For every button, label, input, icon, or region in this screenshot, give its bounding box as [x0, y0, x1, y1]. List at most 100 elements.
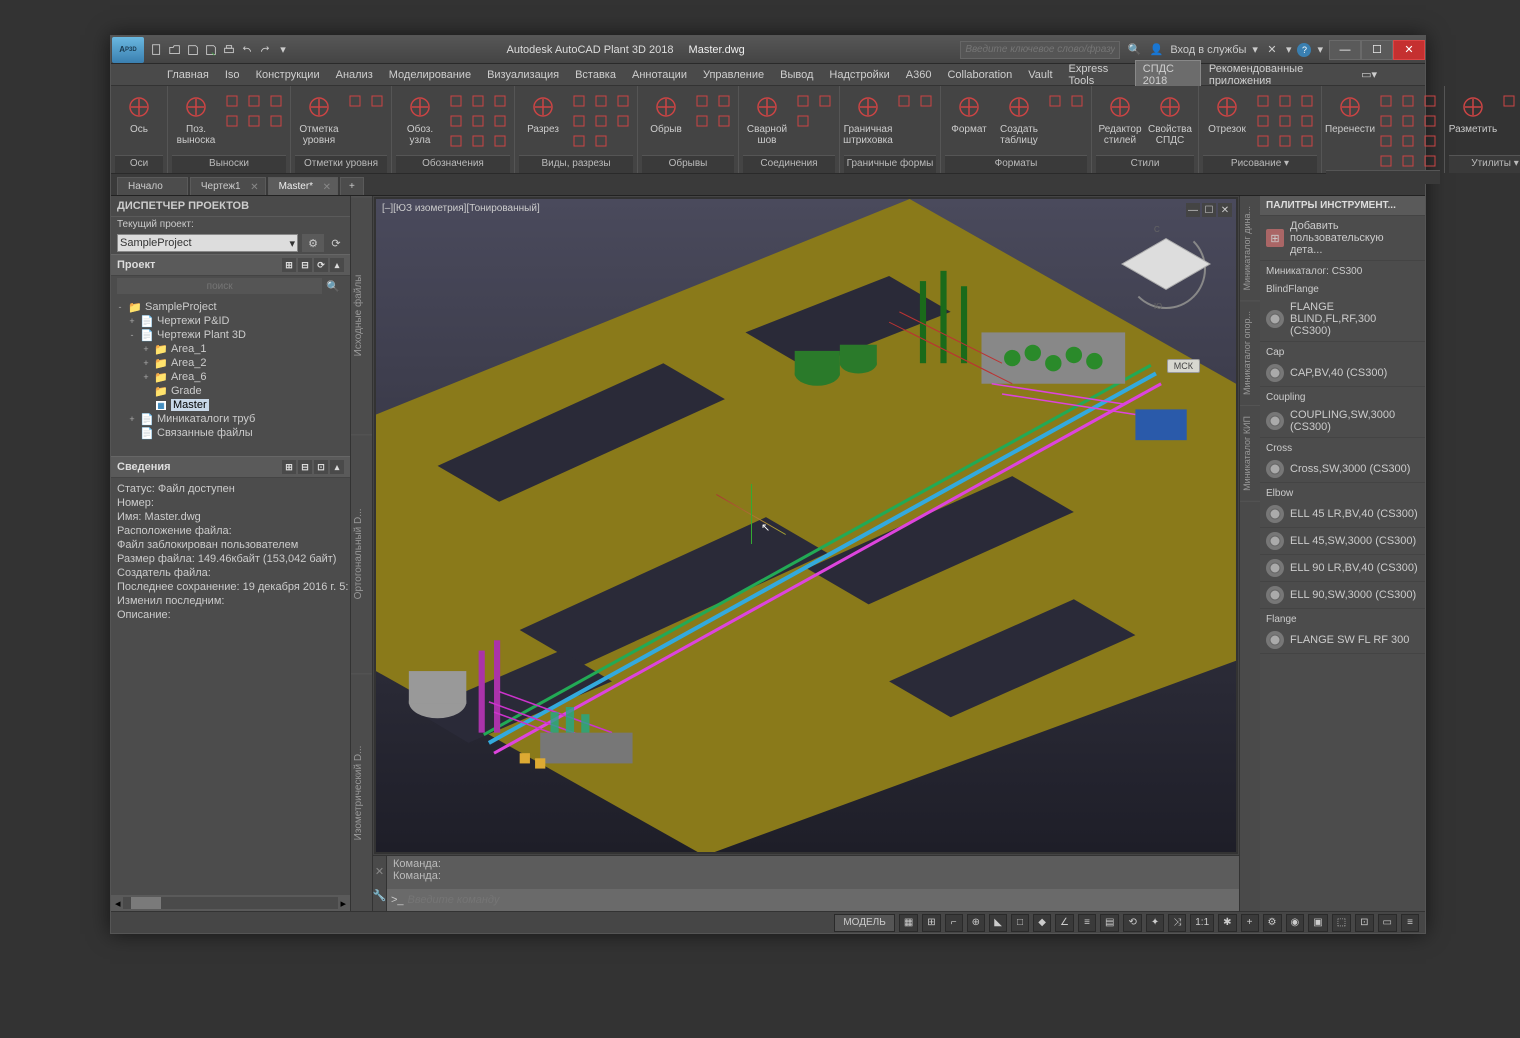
- cycling-icon[interactable]: ⟲: [1123, 914, 1141, 932]
- ribbon-panel-label[interactable]: Выноски: [172, 155, 286, 173]
- palette-item[interactable]: ELL 90,SW,3000 (CS300): [1260, 582, 1425, 609]
- ribbon-small-tool[interactable]: [591, 112, 611, 130]
- ribbon-tab[interactable]: Главная: [159, 66, 217, 84]
- tree-item[interactable]: +📄Миникаталоги труб: [113, 412, 348, 426]
- otrack-icon[interactable]: ∠: [1055, 914, 1074, 932]
- ribbon-tool-button[interactable]: Формат: [945, 88, 993, 135]
- project-section-header[interactable]: Проект ⊞⊟⟳▴: [111, 254, 350, 276]
- ribbon-tab[interactable]: Vault: [1020, 66, 1060, 84]
- project-search-input[interactable]: [117, 278, 322, 294]
- ribbon-small-tool[interactable]: [490, 132, 510, 150]
- view-icon[interactable]: ⊞: [282, 258, 296, 272]
- ribbon-small-tool[interactable]: [1275, 132, 1295, 150]
- ribbon-tool-button[interactable]: Сварной шов: [743, 88, 791, 146]
- ribbon-tool-button[interactable]: Обоз.узла: [396, 88, 444, 146]
- ribbon-small-tool[interactable]: [692, 92, 712, 110]
- ribbon-tab[interactable]: A360: [898, 66, 940, 84]
- ribbon-small-tool[interactable]: [591, 92, 611, 110]
- cleanscreen-icon[interactable]: ▭: [1378, 914, 1397, 932]
- ribbon-small-tool[interactable]: [244, 112, 264, 130]
- ribbon-tool-button[interactable]: Обрыв: [642, 88, 690, 135]
- lineweight-icon[interactable]: ≡: [1078, 914, 1096, 932]
- project-refresh-icon[interactable]: ⟳: [328, 234, 344, 252]
- signin-link[interactable]: Вход в службы: [1170, 44, 1246, 56]
- ribbon-small-tool[interactable]: [1275, 112, 1295, 130]
- annovisibility-icon[interactable]: +: [1241, 914, 1259, 932]
- ribbon-panel-label[interactable]: Обрывы: [642, 155, 734, 173]
- ribbon-tool-button[interactable]: Разрез: [519, 88, 567, 135]
- transparency-icon[interactable]: ▤: [1100, 914, 1119, 932]
- help-icon[interactable]: ?: [1297, 43, 1311, 57]
- qat-redo-icon[interactable]: [257, 42, 273, 58]
- ribbon-small-tool[interactable]: [1297, 132, 1317, 150]
- ribbon-panel-label[interactable]: Утилиты ▾: [1449, 155, 1520, 173]
- ribbon-small-tool[interactable]: [1376, 92, 1396, 110]
- ribbon-small-tool[interactable]: [468, 92, 488, 110]
- qat-undo-icon[interactable]: [239, 42, 255, 58]
- palette-category-tab[interactable]: Миникаталог дина...: [1240, 196, 1260, 301]
- ortho-icon[interactable]: ⌐: [945, 914, 963, 932]
- ribbon-small-tool[interactable]: [569, 92, 589, 110]
- ribbon-small-tool[interactable]: [1420, 112, 1440, 130]
- ribbon-tool-button[interactable]: Редакторстилей: [1096, 88, 1144, 146]
- snap-icon[interactable]: ⊞: [922, 914, 940, 932]
- tree-item[interactable]: +📁Area_2: [113, 356, 348, 370]
- qat-print-icon[interactable]: [221, 42, 237, 58]
- ribbon-panel-label[interactable]: Граничные формы: [844, 155, 936, 173]
- maximize-button[interactable]: ☐: [1361, 40, 1393, 60]
- tree-item[interactable]: +📄Чертежи P&ID: [113, 314, 348, 328]
- search-icon[interactable]: 🔍: [322, 280, 344, 293]
- ribbon-small-tool[interactable]: [345, 92, 365, 110]
- ribbon-small-tool[interactable]: [490, 112, 510, 130]
- ribbon-small-tool[interactable]: [446, 92, 466, 110]
- ribbon-small-tool[interactable]: [1499, 92, 1519, 110]
- qat-save-icon[interactable]: [185, 42, 201, 58]
- ribbon-small-tool[interactable]: [613, 92, 633, 110]
- tree-item[interactable]: ▦Master: [113, 398, 348, 412]
- ribbon-small-tool[interactable]: [1067, 92, 1087, 110]
- ribbon-small-tool[interactable]: [591, 132, 611, 150]
- ribbon-small-tool[interactable]: [793, 112, 813, 130]
- ribbon-tab[interactable]: Конструкции: [248, 66, 328, 84]
- command-input[interactable]: [408, 894, 1235, 906]
- ribbon-small-tool[interactable]: [244, 92, 264, 110]
- ribbon-small-tool[interactable]: [714, 92, 734, 110]
- palette-item[interactable]: Cross,SW,3000 (CS300): [1260, 456, 1425, 483]
- qat-saveas-icon[interactable]: [203, 42, 219, 58]
- 3d-viewport[interactable]: [–][ЮЗ изометрия][Тонированный] — ☐ ✕: [374, 197, 1238, 854]
- ribbon-panel-label[interactable]: Отметки уровня: [295, 155, 387, 173]
- walk-icon[interactable]: ⤨: [1168, 914, 1186, 932]
- ribbon-tool-button[interactable]: Создатьтаблицу: [995, 88, 1043, 146]
- help-search-input[interactable]: [960, 41, 1120, 59]
- ribbon-small-tool[interactable]: [1398, 132, 1418, 150]
- qat-open-icon[interactable]: [167, 42, 183, 58]
- ribbon-panel-label[interactable]: Виды, разрезы: [519, 155, 633, 173]
- ribbon-small-tool[interactable]: [1420, 92, 1440, 110]
- cmd-handle[interactable]: ✕🔧: [373, 856, 387, 911]
- tree-item[interactable]: -📄Чертежи Plant 3D: [113, 328, 348, 342]
- ribbon-tab[interactable]: Iso: [217, 66, 248, 84]
- ribbon-tab[interactable]: Вывод: [772, 66, 821, 84]
- ribbon-tab[interactable]: Управление: [695, 66, 772, 84]
- ribbon-small-tool[interactable]: [1253, 92, 1273, 110]
- palette-item[interactable]: FLANGE SW FL RF 300: [1260, 627, 1425, 654]
- ribbon-tab[interactable]: Collaboration: [939, 66, 1020, 84]
- ribbon-small-tool[interactable]: [468, 132, 488, 150]
- ribbon-small-tool[interactable]: [222, 92, 242, 110]
- ribbon-small-tool[interactable]: [490, 92, 510, 110]
- ribbon-small-tool[interactable]: [1376, 112, 1396, 130]
- exchange-icon[interactable]: ✕: [1264, 42, 1280, 58]
- document-tab[interactable]: Master*✕: [268, 177, 338, 195]
- ribbon-small-tool[interactable]: [266, 92, 286, 110]
- ribbon-small-tool[interactable]: [793, 92, 813, 110]
- ribbon-tab[interactable]: Анализ: [328, 66, 381, 84]
- palette-item[interactable]: ELL 90 LR,BV,40 (CS300): [1260, 555, 1425, 582]
- close-tab-icon[interactable]: ✕: [323, 182, 331, 193]
- ribbon-small-tool[interactable]: [446, 132, 466, 150]
- qat-dropdown-icon[interactable]: ▾: [275, 42, 291, 58]
- ribbon-small-tool[interactable]: [1398, 152, 1418, 170]
- ribbon-small-tool[interactable]: [569, 132, 589, 150]
- palette-category-tab[interactable]: Миникаталог опор...: [1240, 301, 1260, 406]
- ribbon-tool-button[interactable]: Поз.выноска: [172, 88, 220, 146]
- close-tab-icon[interactable]: ✕: [250, 182, 258, 193]
